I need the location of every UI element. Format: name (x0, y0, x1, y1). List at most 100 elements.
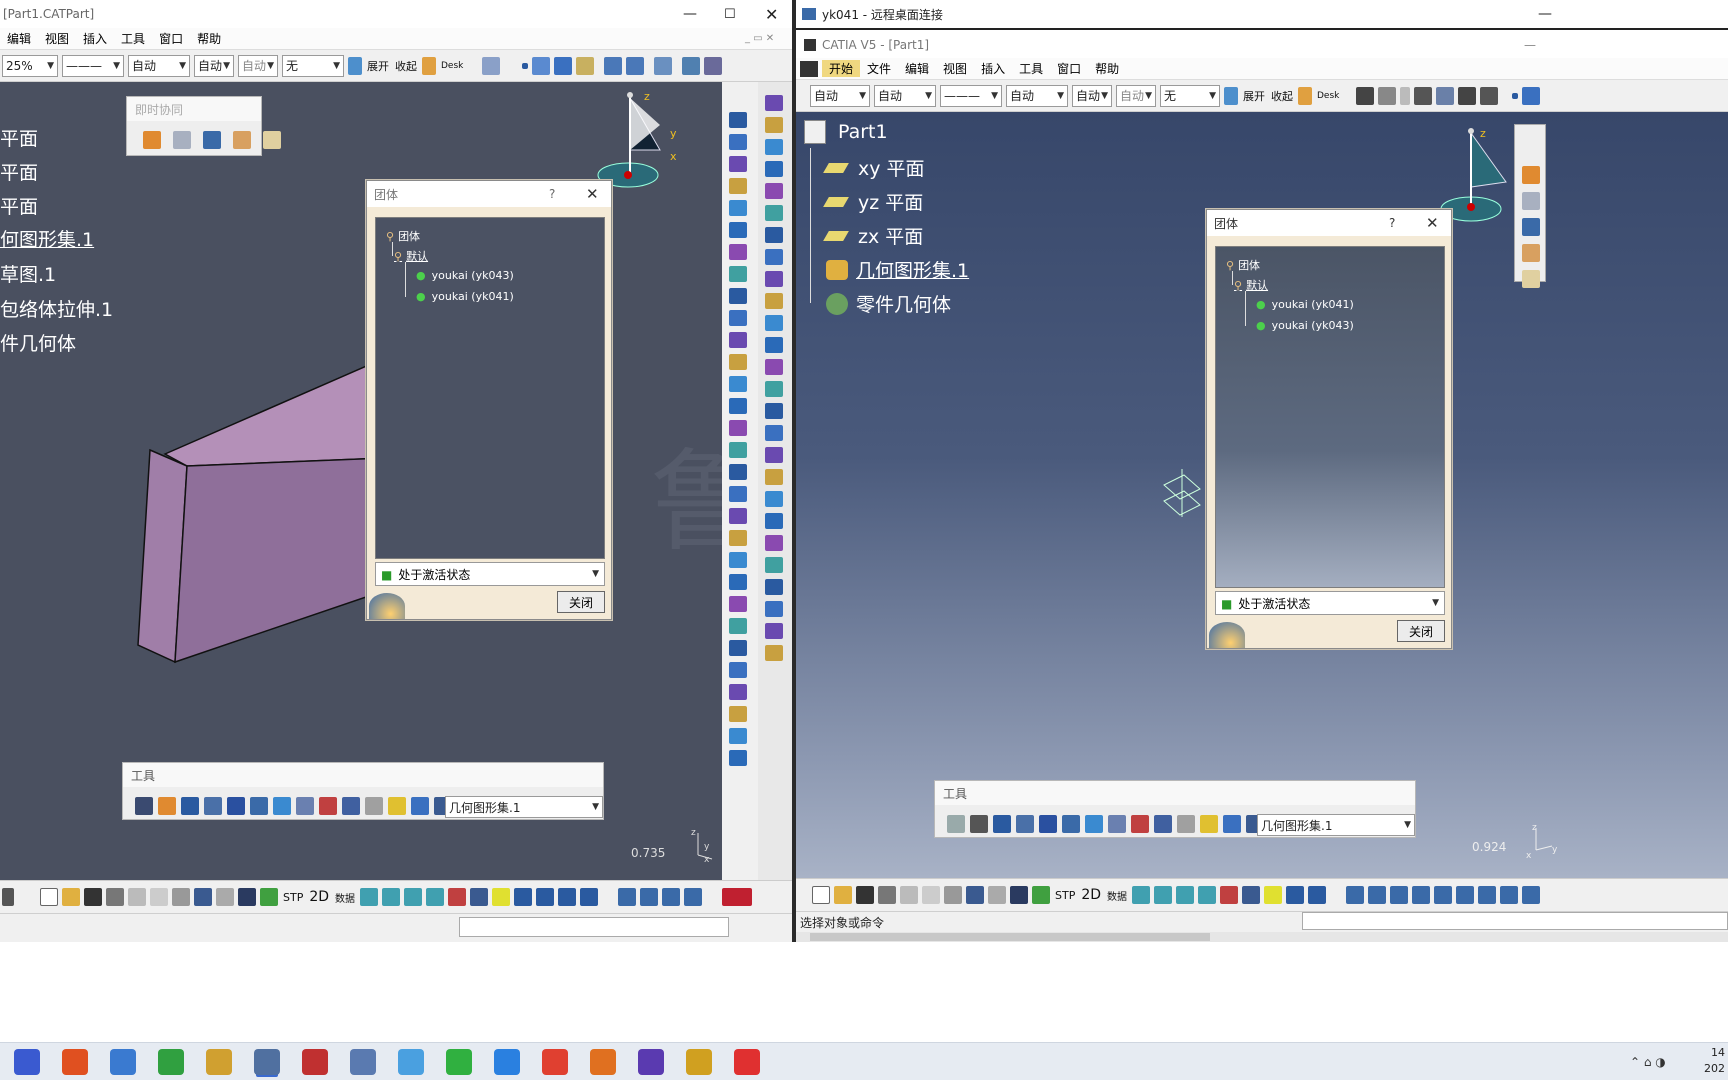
block2-icon[interactable] (626, 56, 645, 75)
tools-geoset-combo[interactable]: 几何图形集.1 ▼ (445, 796, 603, 818)
extrude-icon[interactable] (729, 222, 747, 238)
fill-icon[interactable] (729, 442, 747, 458)
plane-icon[interactable] (765, 447, 783, 463)
tree-member-node[interactable]: ● youkai (yk041) (416, 290, 514, 303)
view-front-icon[interactable] (1132, 886, 1151, 904)
grid-icon[interactable] (1016, 815, 1034, 833)
list-icon[interactable] (1223, 815, 1241, 833)
surface-icon[interactable] (729, 200, 747, 216)
wechat-icon[interactable] (446, 1048, 472, 1075)
rotate-icon[interactable] (1412, 886, 1431, 904)
rotate-icon[interactable] (684, 888, 703, 906)
table-icon[interactable] (227, 797, 245, 815)
rdp-horizontal-scrollbar[interactable] (796, 932, 1728, 942)
menu-file[interactable]: 文件 (860, 60, 898, 77)
grid-icon[interactable] (204, 797, 222, 815)
tree-item-plane-1[interactable]: 平面 (0, 124, 38, 151)
open-icon[interactable] (834, 886, 852, 904)
point-icon[interactable] (729, 640, 747, 656)
tree-item-plane-3[interactable]: 平面 (0, 192, 38, 219)
zoom-combo[interactable]: 25% ▼ (2, 54, 58, 77)
inner-window-controls[interactable]: _ ▭ ✕ (738, 33, 781, 44)
share-icon[interactable] (1522, 192, 1540, 210)
sweep-icon[interactable] (729, 420, 747, 436)
view-right-icon[interactable] (426, 888, 445, 906)
point-icon[interactable] (765, 381, 783, 397)
selection-icon[interactable] (1242, 886, 1261, 904)
surface-icon[interactable] (729, 728, 747, 744)
dialog-close-icon[interactable]: ✕ (586, 185, 599, 203)
plane-icon[interactable] (765, 95, 783, 111)
state-select[interactable]: ■ 处于激活状态 ▼ (375, 562, 605, 586)
print-icon[interactable] (878, 886, 896, 904)
open-icon[interactable] (62, 888, 80, 906)
dialog-close-button[interactable]: 关闭 (557, 591, 605, 613)
table-icon[interactable] (1039, 815, 1057, 833)
dialog-close-button[interactable]: 关闭 (1397, 620, 1445, 642)
line-icon[interactable] (729, 662, 747, 678)
rdp-minimize-button[interactable]: — (1538, 6, 1552, 22)
table-icon[interactable] (1414, 86, 1433, 105)
formula-icon[interactable] (1356, 86, 1375, 105)
tree-item-part-body[interactable]: 零件几何体 (826, 290, 951, 317)
cylinder2-icon[interactable] (1308, 886, 1327, 904)
fill-icon[interactable] (765, 359, 783, 375)
stp-button[interactable]: STP (283, 891, 303, 904)
data-button[interactable]: 数据 (335, 890, 355, 905)
cylinder2-icon[interactable] (536, 888, 555, 906)
cylinder3-icon[interactable] (558, 888, 577, 906)
group-tree[interactable]: ⚲ 团体 ⚲ 默认 ● youkai (yk043) ● youkai (yk041) (375, 217, 605, 559)
tree-group-node[interactable]: ⚲ 默认 (394, 248, 428, 264)
help-button[interactable]: ? (1389, 216, 1395, 230)
selection-icon[interactable] (470, 888, 489, 906)
tools-geoset-combo[interactable]: 几何图形集.1 ▼ (1257, 814, 1415, 836)
r-line-type-combo[interactable]: ——— ▼ (940, 84, 1002, 107)
highlight-icon[interactable] (1264, 886, 1283, 904)
line-icon[interactable] (765, 227, 783, 243)
fill-icon[interactable] (765, 183, 783, 199)
close-button[interactable]: ✕ (765, 5, 778, 24)
fit-icon[interactable] (1368, 886, 1387, 904)
r-combo-4[interactable]: 自动 ▼ (1006, 84, 1068, 107)
minimize-button[interactable]: — (683, 6, 697, 22)
tray-icons[interactable]: ⌃ ⌂ ◑ (1630, 1055, 1666, 1069)
app-icon-5[interactable] (206, 1048, 232, 1075)
globe-icon[interactable] (203, 131, 221, 149)
people-icon[interactable] (143, 131, 161, 149)
line-type-combo[interactable]: ——— ▼ (62, 54, 124, 77)
app-icon-14[interactable] (638, 1048, 664, 1075)
desk-button[interactable]: Desk (441, 61, 463, 71)
comment-icon[interactable] (1378, 86, 1397, 105)
cut-icon[interactable] (128, 888, 146, 906)
snap-icon[interactable] (682, 56, 701, 75)
hand-icon[interactable] (970, 815, 988, 833)
multi-view-icon[interactable] (1500, 886, 1519, 904)
app-icon-16[interactable] (734, 1048, 760, 1075)
tree-item-plane-2[interactable]: 平面 (0, 158, 38, 185)
whats-this-icon[interactable] (238, 888, 256, 906)
right-command-input[interactable] (1302, 912, 1728, 930)
expand-icon[interactable] (1224, 86, 1238, 105)
pan-icon[interactable] (1390, 886, 1409, 904)
globe-icon[interactable] (1522, 218, 1540, 236)
menu-view[interactable]: 视图 (38, 30, 76, 47)
state-select[interactable]: ■ 处于激活状态 ▼ (1215, 591, 1445, 615)
maximize-button[interactable]: ☐ (724, 7, 736, 22)
plane-icon[interactable] (729, 354, 747, 370)
r-render-combo[interactable]: 无 ▼ (1160, 84, 1220, 107)
save-icon[interactable] (84, 888, 102, 906)
extrude-icon[interactable] (729, 574, 747, 590)
line-icon[interactable] (729, 310, 747, 326)
hand-icon[interactable] (1522, 244, 1540, 262)
normal-view-icon[interactable] (1478, 886, 1497, 904)
curve-icon[interactable] (765, 249, 783, 265)
curve-icon[interactable] (729, 332, 747, 348)
app-icon-12[interactable] (542, 1048, 568, 1075)
axis-icon[interactable] (993, 815, 1011, 833)
menu-help[interactable]: 帮助 (190, 30, 228, 47)
expand-icon[interactable] (348, 56, 362, 75)
scan-icon[interactable] (1177, 815, 1195, 833)
list-icon[interactable] (411, 797, 429, 815)
cube-icon[interactable] (273, 797, 291, 815)
frame-icon[interactable] (296, 797, 314, 815)
